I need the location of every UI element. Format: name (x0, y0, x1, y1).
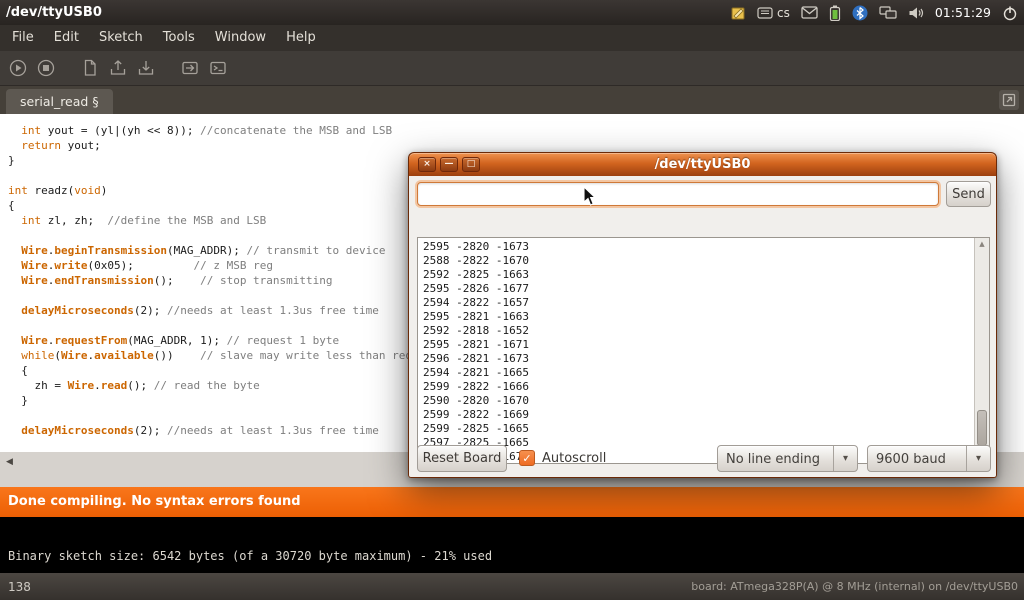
compile-status-message: Done compiling. No syntax errors found (8, 494, 301, 509)
serial-output-line: 2599 -2825 -1665 (423, 422, 974, 436)
serial-output-line: 2596 -2821 -1673 (423, 352, 974, 366)
console-text: Binary sketch size: 6542 bytes (of a 307… (8, 549, 492, 563)
menu-item-tools[interactable]: Tools (153, 25, 205, 51)
serial-monitor-button[interactable] (206, 56, 230, 80)
scroll-up-icon[interactable]: ▲ (975, 240, 989, 248)
keyboard-layout-indicator[interactable]: cs (757, 6, 790, 20)
new-sketch-button[interactable] (78, 56, 102, 80)
serial-scrollbar[interactable]: ▲ ▼ (974, 238, 989, 463)
serial-output-line: 2595 -2821 -1671 (423, 338, 974, 352)
serial-output-line: 2594 -2821 -1665 (423, 366, 974, 380)
chevron-down-icon: ▾ (833, 446, 857, 471)
serial-output-line: 2599 -2822 -1669 (423, 408, 974, 422)
menu-item-help[interactable]: Help (276, 25, 326, 51)
serial-monitor-title: /dev/ttyUSB0 (409, 157, 996, 172)
session-menu-icon[interactable] (1002, 5, 1018, 21)
upload-button[interactable] (178, 56, 202, 80)
serial-input[interactable] (417, 182, 939, 206)
scrollbar-thumb[interactable] (977, 410, 987, 446)
menu-item-file[interactable]: File (2, 25, 44, 51)
line-ending-select[interactable]: No line ending ▾ (717, 445, 858, 472)
compile-status-bar: Done compiling. No syntax errors found (0, 487, 1024, 517)
autoscroll-checkbox[interactable]: ✓ (519, 450, 535, 466)
baud-select[interactable]: 9600 baud ▾ (867, 445, 991, 472)
hscroll-left-icon[interactable]: ◀ (6, 457, 13, 467)
menu-item-sketch[interactable]: Sketch (89, 25, 153, 51)
volume-icon[interactable] (908, 6, 924, 20)
menu-item-window[interactable]: Window (205, 25, 276, 51)
chevron-down-icon: ▾ (966, 446, 990, 471)
keyboard-icon (757, 7, 773, 19)
tab-serial-read[interactable]: serial_read § (6, 89, 113, 114)
verify-button[interactable] (6, 56, 30, 80)
serial-output-area[interactable]: 2595 -2820 -16732588 -2822 -16702592 -28… (417, 237, 990, 464)
send-button[interactable]: Send (946, 181, 991, 207)
toolbar (0, 51, 1024, 86)
status-footer: 138 board: ATmega328P(A) @ 8 MHz (intern… (0, 573, 1024, 600)
reset-board-button[interactable]: Reset Board (417, 445, 507, 472)
serial-output-line: 2588 -2822 -1670 (423, 254, 974, 268)
serial-monitor-titlebar[interactable]: × — □ /dev/ttyUSB0 (408, 152, 997, 176)
code-line: return yout; (8, 138, 1024, 153)
tab-menu-icon[interactable] (999, 90, 1019, 110)
close-icon[interactable]: × (418, 157, 436, 172)
serial-output-line: 2599 -2822 -1666 (423, 380, 974, 394)
minimize-icon[interactable]: — (440, 157, 458, 172)
serial-output-line: 2595 -2826 -1677 (423, 282, 974, 296)
top-panel: /dev/ttyUSB0 cs 01:5 (0, 0, 1024, 25)
keyboard-layout-label: cs (777, 6, 790, 20)
screen: /dev/ttyUSB0 cs 01:5 (0, 0, 1024, 600)
mail-icon[interactable] (801, 6, 818, 19)
serial-output-line: 2594 -2822 -1657 (423, 296, 974, 310)
serial-output-line: 2595 -2820 -1673 (423, 240, 974, 254)
mouse-cursor (583, 186, 599, 212)
serial-output-line: 2592 -2818 -1652 (423, 324, 974, 338)
serial-output-line: 2590 -2820 -1670 (423, 394, 974, 408)
serial-monitor-body: Send 2595 -2820 -16732588 -2822 -1670259… (408, 176, 997, 478)
maximize-icon[interactable]: □ (462, 157, 480, 172)
save-button[interactable] (134, 56, 158, 80)
battery-icon[interactable] (829, 5, 841, 21)
menu-item-edit[interactable]: Edit (44, 25, 89, 51)
console-output: Binary sketch size: 6542 bytes (of a 307… (0, 517, 1024, 573)
system-tray: cs 01:51:29 (730, 5, 1018, 21)
board-info: board: ATmega328P(A) @ 8 MHz (internal) … (691, 580, 1024, 593)
menu-bar: FileEditSketchToolsWindowHelp (0, 25, 1024, 51)
clock[interactable]: 01:51:29 (935, 5, 991, 20)
line-ending-value: No line ending (726, 446, 820, 473)
autoscroll-label: Autoscroll (542, 447, 606, 471)
serial-output-line: 2595 -2821 -1663 (423, 310, 974, 324)
bluetooth-icon[interactable] (852, 5, 868, 21)
serial-monitor-window: × — □ /dev/ttyUSB0 Send 2595 -2820 -1673… (408, 152, 997, 478)
serial-output-lines: 2595 -2820 -16732588 -2822 -16702592 -28… (418, 238, 974, 463)
note-icon[interactable] (730, 5, 746, 21)
line-indicator: 138 (0, 580, 31, 594)
baud-value: 9600 baud (876, 446, 946, 473)
serial-output-line: 2592 -2825 -1663 (423, 268, 974, 282)
tab-bar: serial_read § (0, 86, 1024, 114)
stop-button[interactable] (34, 56, 58, 80)
code-line: int yout = (yl|(yh << 8)); //concatenate… (8, 123, 1024, 138)
open-button[interactable] (106, 56, 130, 80)
window-title: /dev/ttyUSB0 (6, 5, 102, 20)
network-icon[interactable] (879, 6, 897, 20)
tab-label: serial_read § (20, 94, 99, 109)
